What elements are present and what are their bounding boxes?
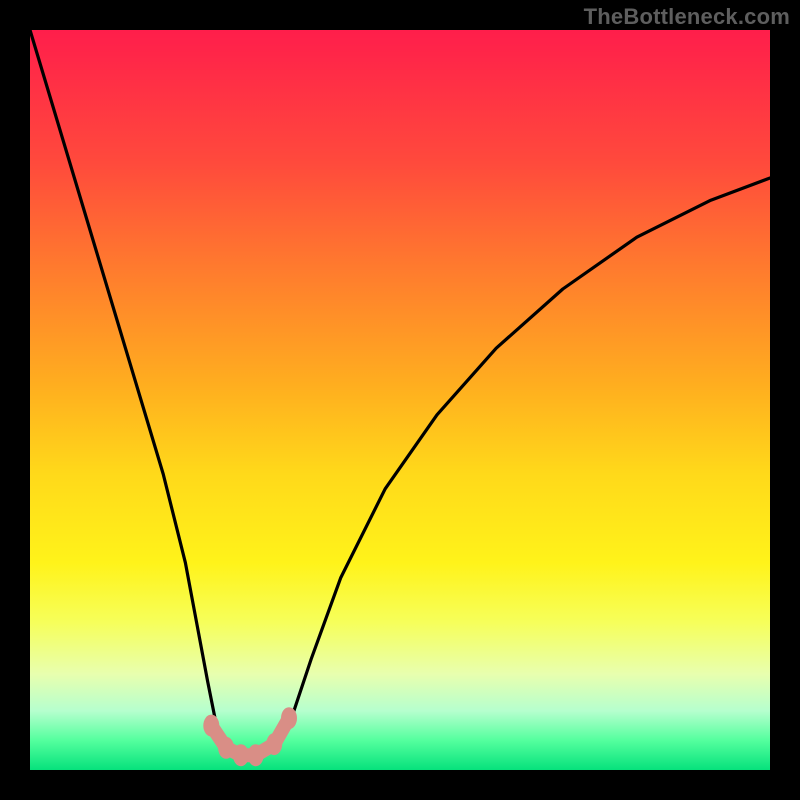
marker-dot xyxy=(266,733,282,755)
curve-svg xyxy=(30,30,770,770)
marker-dot xyxy=(248,744,264,766)
marker-dot xyxy=(203,715,219,737)
watermark-text: TheBottleneck.com xyxy=(584,4,790,30)
plot-area xyxy=(30,30,770,770)
bottleneck-curve xyxy=(30,30,770,755)
marker-dot xyxy=(233,744,249,766)
outer-frame: TheBottleneck.com xyxy=(0,0,800,800)
marker-dot xyxy=(218,737,234,759)
marker-dot xyxy=(281,707,297,729)
